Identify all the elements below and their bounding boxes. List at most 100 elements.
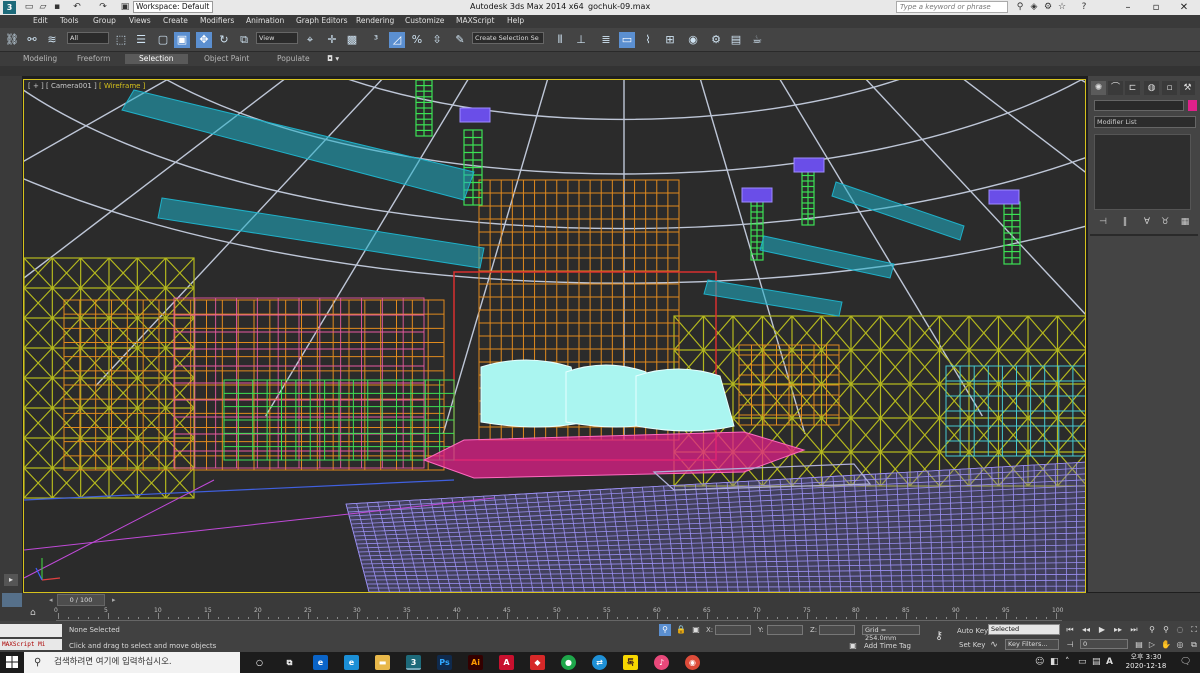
menu-modifiers[interactable]: Modifiers xyxy=(200,16,234,25)
redo-icon[interactable]: ↷ xyxy=(98,2,108,12)
orbit-camera-icon[interactable]: ◎ xyxy=(1174,639,1186,651)
photoshop-icon[interactable]: Ps xyxy=(437,655,452,670)
z-coordinate-field[interactable] xyxy=(819,625,855,635)
viewport-label[interactable]: [ + ] [ Camera001 ] [ Wireframe ] xyxy=(28,82,145,90)
notifications-icon[interactable]: 🗨 xyxy=(1180,657,1191,667)
taskbar-search[interactable]: ⚲ 검색하려면 여기에 입력하십시오. xyxy=(24,652,240,673)
illustrator-icon[interactable]: Ai xyxy=(468,655,483,670)
viewport-shading-label[interactable]: [ Wireframe ] xyxy=(99,82,145,90)
menu-rendering[interactable]: Rendering xyxy=(356,16,394,25)
render-production-icon[interactable]: ☕ xyxy=(749,32,765,48)
tray-window-icon[interactable]: ▭ xyxy=(1078,657,1087,667)
autocad-icon[interactable]: ◆ xyxy=(530,655,545,670)
maxscript-mini-listener[interactable]: MAXScript Mi xyxy=(0,639,62,650)
spinner-snap-icon[interactable]: ⇳ xyxy=(429,32,445,48)
named-selection-set-dropdown[interactable]: Create Selection Se xyxy=(472,32,544,44)
whale-browser-icon[interactable]: ● xyxy=(561,655,576,670)
new-file-icon[interactable]: ▭ xyxy=(24,2,34,12)
set-key-button[interactable]: Set Key xyxy=(959,641,985,649)
zoom-all-icon[interactable]: ⚲ xyxy=(1160,624,1172,636)
rendered-frame-window-icon[interactable]: ▤ xyxy=(728,32,744,48)
zoom-icon[interactable]: ⚲ xyxy=(1146,624,1158,636)
cortana-icon[interactable]: ○ xyxy=(252,655,267,670)
communication-center-icon[interactable]: ⚙ xyxy=(1042,1,1054,13)
graphite-modeling-tools-icon[interactable]: ▭ xyxy=(619,32,635,48)
close-button[interactable]: ✕ xyxy=(1170,0,1198,15)
add-time-tag[interactable]: Add Time Tag xyxy=(864,642,911,650)
go-to-start-icon[interactable]: ⏮ xyxy=(1064,624,1076,636)
material-editor-icon[interactable]: ◉ xyxy=(685,32,701,48)
kakaotalk-icon[interactable]: 톡 xyxy=(623,655,638,670)
window-crossing-icon[interactable]: ▣ xyxy=(174,32,190,48)
mini-curve-editor-icon[interactable] xyxy=(2,593,22,607)
tab-selection[interactable]: Selection xyxy=(125,54,188,64)
auto-key-button[interactable]: Auto Key xyxy=(957,627,988,635)
project-folder-icon[interactable]: ▣ xyxy=(120,2,130,12)
key-filters-button[interactable]: Key Filters... xyxy=(1005,639,1059,650)
menu-tools[interactable]: Tools xyxy=(60,16,78,25)
time-slider[interactable]: 0 / 100 ◂ ▸ xyxy=(0,593,1200,607)
menu-create[interactable]: Create xyxy=(163,16,188,25)
track-bar[interactable]: ⌂ 0 5 10 15 20 25 30 35 40 45 50 55 60 65 70 75 80 85 90 95… xyxy=(0,607,1200,621)
pan-view-icon[interactable]: ✋ xyxy=(1160,639,1172,651)
remove-modifier-icon[interactable]: ♉ xyxy=(1158,216,1172,228)
object-name-field[interactable] xyxy=(1094,100,1184,111)
modifier-stack[interactable] xyxy=(1094,134,1191,210)
current-frame-field[interactable]: 0 xyxy=(1080,639,1128,649)
teamviewer-icon[interactable]: ⇄ xyxy=(592,655,607,670)
time-slider-thumb[interactable]: 0 / 100 xyxy=(57,594,105,606)
align-icon[interactable]: ⊥ xyxy=(573,32,589,48)
pivot-point-icon[interactable]: ⌖ xyxy=(302,32,318,48)
help-search-input[interactable]: Type a keyword or phrase xyxy=(896,1,1008,13)
menu-maxscript[interactable]: MAXScript xyxy=(456,16,495,25)
menu-customize[interactable]: Customize xyxy=(405,16,444,25)
workspace-dropdown[interactable]: Workspace: Default xyxy=(133,1,213,13)
make-unique-icon[interactable]: ∀ xyxy=(1140,216,1154,228)
object-color-swatch[interactable] xyxy=(1188,100,1197,111)
tab-populate[interactable]: Populate xyxy=(277,54,310,63)
time-slider-prev-icon[interactable]: ◂ xyxy=(49,596,53,604)
maximize-viewport-icon[interactable]: ⧉ xyxy=(1188,639,1200,651)
time-configuration-icon[interactable]: ▤ xyxy=(1133,639,1145,651)
windows-start-icon[interactable] xyxy=(6,656,18,668)
chrome-icon[interactable]: ◉ xyxy=(685,655,700,670)
set-key-curve-icon[interactable]: ∿ xyxy=(988,639,1000,651)
bind-space-warp-icon[interactable]: ≋ xyxy=(44,32,60,48)
input-method-icon[interactable]: A xyxy=(1106,657,1113,667)
track-bar-icon[interactable]: ⌂ xyxy=(30,608,36,618)
acrobat-icon[interactable]: A xyxy=(499,655,514,670)
create-tab-icon[interactable]: ✺ xyxy=(1091,81,1106,95)
select-and-rotate-icon[interactable]: ↻ xyxy=(216,32,232,48)
edge-icon[interactable]: e xyxy=(344,655,359,670)
angle-snap-icon[interactable]: ◿ xyxy=(389,32,405,48)
isolate-selection-icon[interactable]: ⚲ xyxy=(659,624,671,636)
modifier-list-dropdown[interactable]: Modifier List xyxy=(1094,116,1196,128)
menu-graph-editors[interactable]: Graph Editors xyxy=(296,16,348,25)
keyboard-shortcut-override-icon[interactable]: ▩ xyxy=(344,32,360,48)
menu-views[interactable]: Views xyxy=(129,16,151,25)
maxscript-listener-top[interactable] xyxy=(0,624,62,637)
utilities-tab-icon[interactable]: ⚒ xyxy=(1180,81,1195,95)
select-and-manipulate-icon[interactable]: ✛ xyxy=(324,32,340,48)
key-icon[interactable]: ⚷ xyxy=(933,630,945,642)
save-file-icon[interactable]: ▪ xyxy=(52,2,62,12)
camera-viewport[interactable]: [ + ] [ Camera001 ] [ Wireframe ] xyxy=(23,79,1086,593)
tray-app-icon[interactable]: ◧ xyxy=(1050,657,1059,667)
minimize-button[interactable]: – xyxy=(1114,0,1142,15)
percent-snap-icon[interactable]: % xyxy=(409,32,425,48)
tab-object-paint[interactable]: Object Paint xyxy=(204,54,249,63)
app-logo-icon[interactable]: 3 xyxy=(3,1,16,14)
select-by-name-icon[interactable]: ☰ xyxy=(133,32,149,48)
zoom-extents-icon[interactable]: ⛶ xyxy=(1188,624,1200,636)
reference-coordinate-dropdown[interactable]: View xyxy=(256,32,298,44)
open-file-icon[interactable]: ▱ xyxy=(38,2,48,12)
menu-animation[interactable]: Animation xyxy=(246,16,284,25)
expand-arrow-icon[interactable]: ▸ xyxy=(4,574,18,586)
menu-group[interactable]: Group xyxy=(93,16,116,25)
motion-tab-icon[interactable]: ◍ xyxy=(1144,81,1159,95)
curve-editor-icon[interactable]: ⌇ xyxy=(640,32,656,48)
render-setup-icon[interactable]: ⚙ xyxy=(708,32,724,48)
rectangular-selection-icon[interactable]: ▢ xyxy=(155,32,171,48)
key-mode-dropdown[interactable]: Selected xyxy=(988,624,1060,635)
y-coordinate-field[interactable] xyxy=(767,625,803,635)
